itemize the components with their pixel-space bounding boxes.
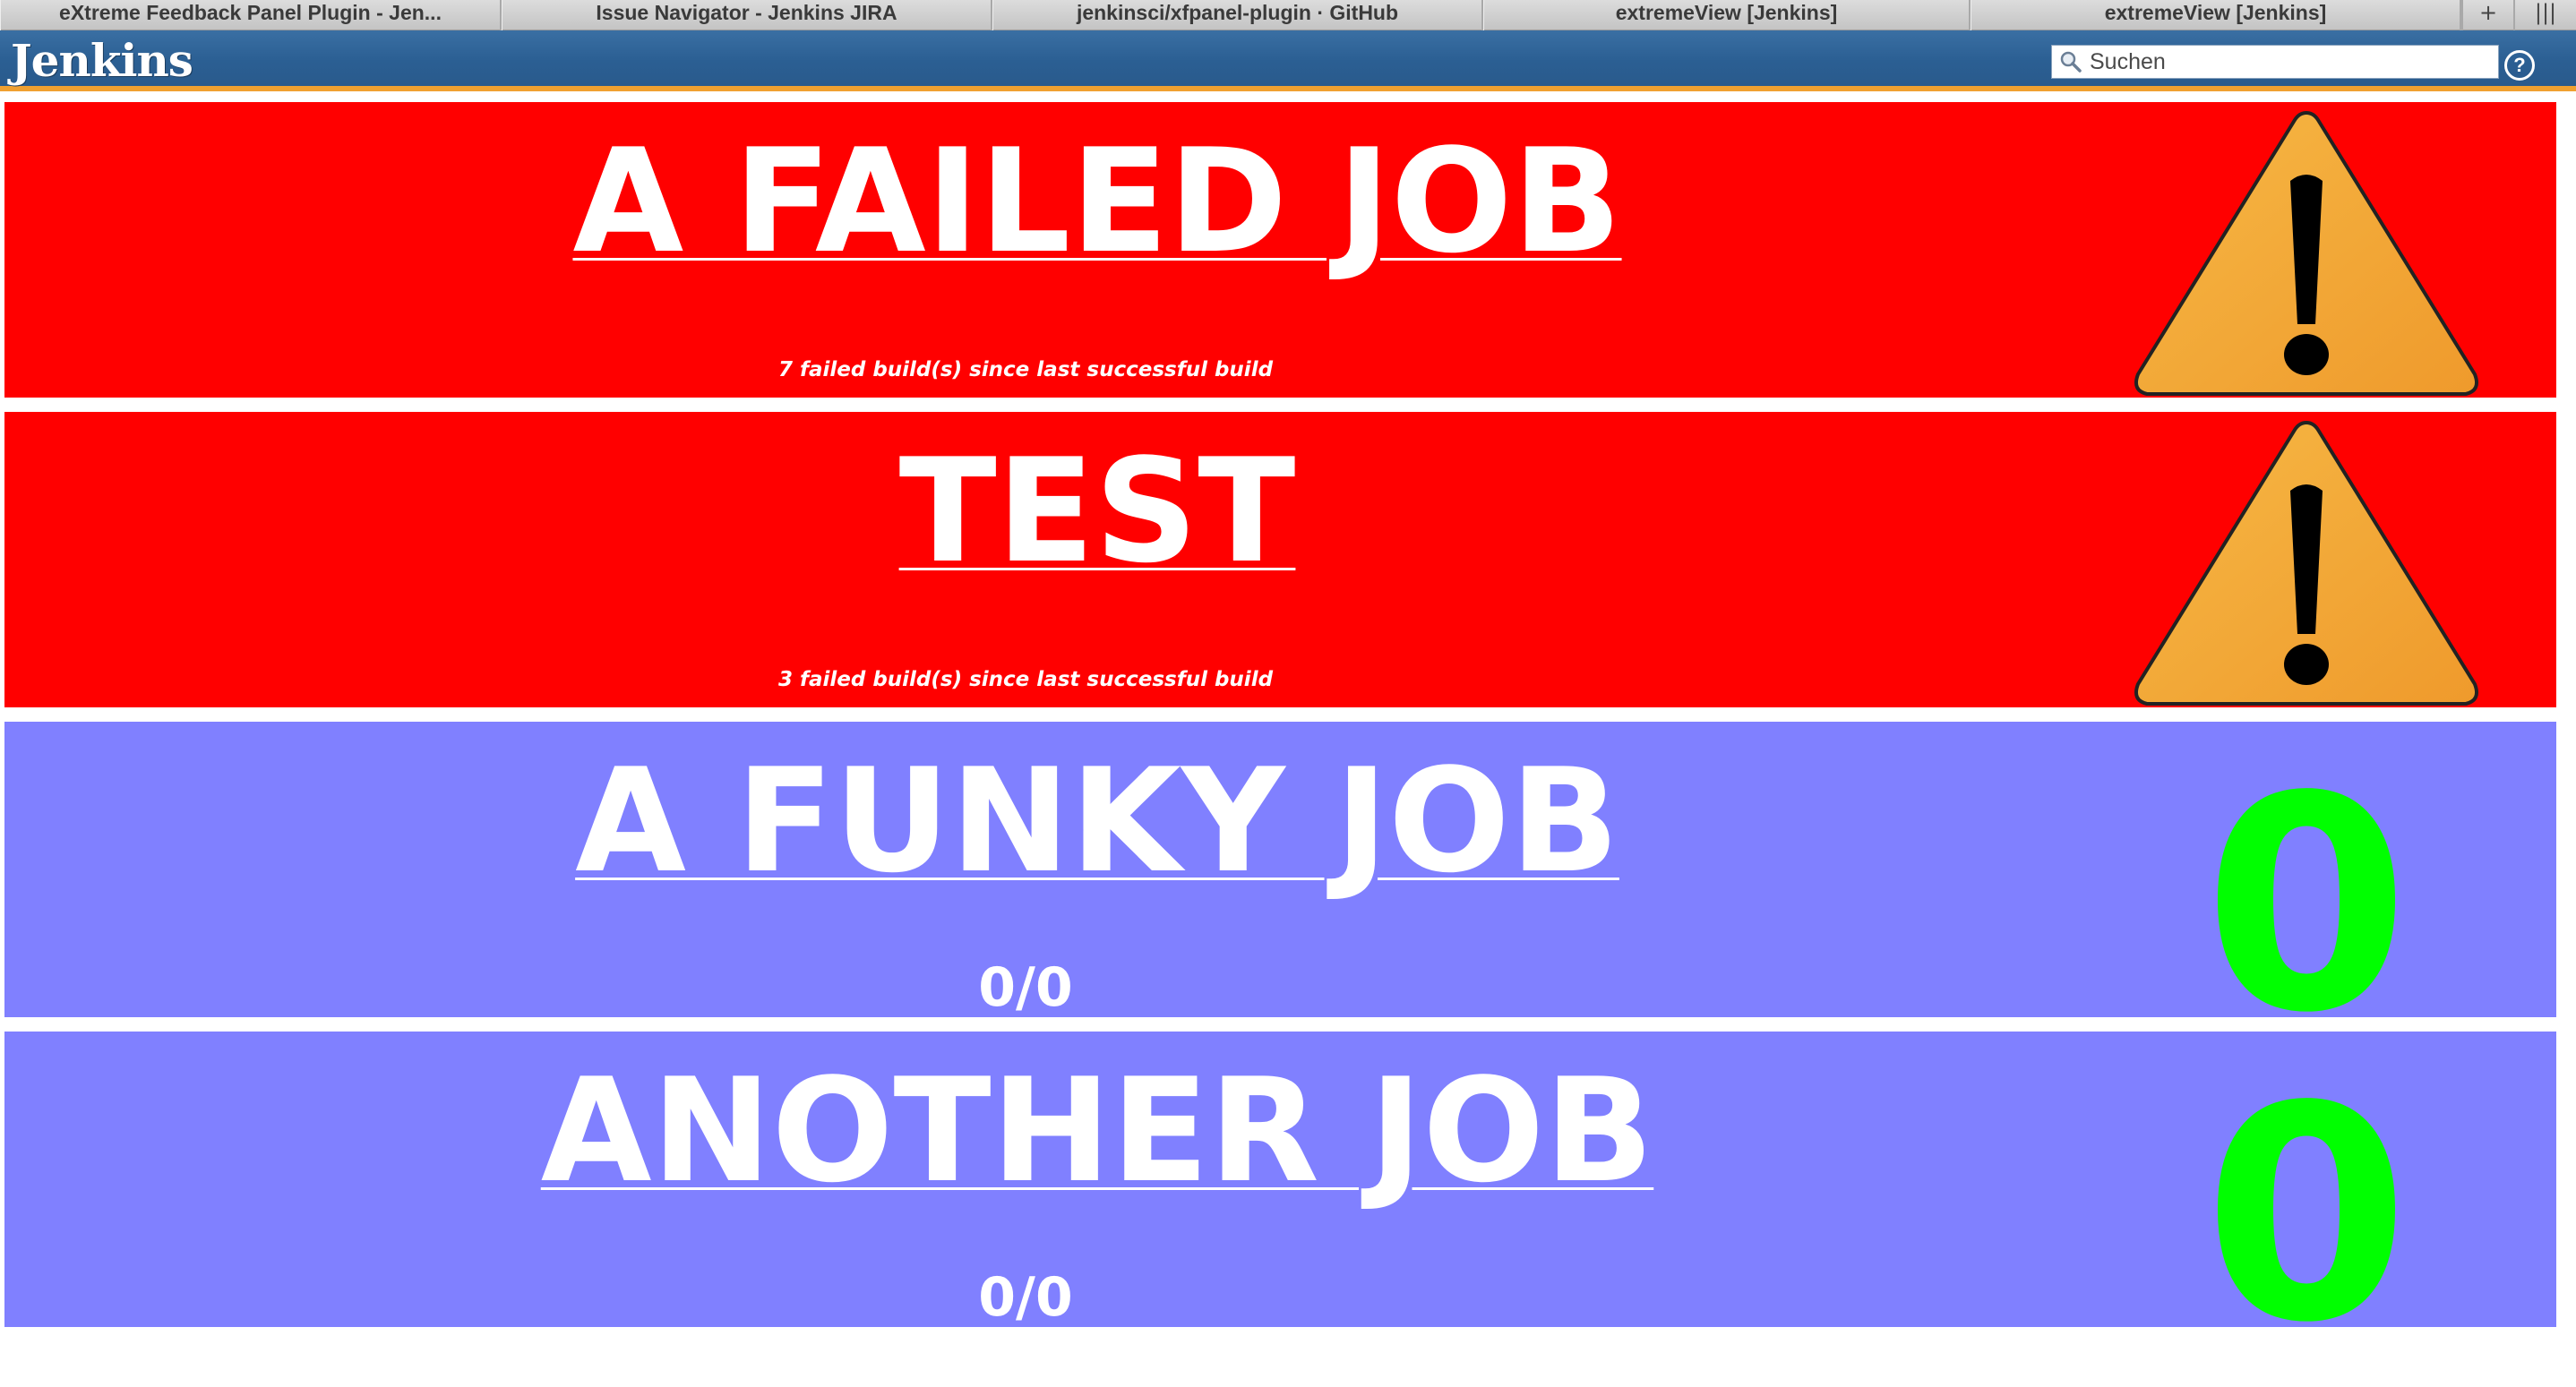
warning-icon [2134,110,2478,396]
job-test-ratio: 0/0 [978,1266,1073,1329]
search-icon [2060,51,2082,73]
job-test-ratio: 0/0 [978,956,1073,1019]
job-name[interactable]: TEST [4,435,2190,587]
job-failure-detail: 3 failed build(s) since last successful … [777,668,1274,691]
job-name[interactable]: ANOTHER JOB [4,1055,2190,1207]
new-tab-icon[interactable]: + [2461,0,2513,30]
job-panel-funky-job: A FUNKY JOB 0/0 0 [4,722,2556,1053]
job-panel-failed-job: A FAILED JOB 7 failed build(s) since las… [4,102,2556,398]
job-name[interactable]: A FUNKY JOB [4,745,2190,897]
job-failure-detail: 7 failed build(s) since last successful … [777,358,1274,381]
browser-tab-bar: eXtreme Feedback Panel Plugin - Jen... I… [0,0,2576,30]
browser-tab-extremeview-1[interactable]: extremeView [Jenkins] [1483,0,1971,30]
jenkins-logo[interactable]: Jenkins [11,34,193,87]
help-icon[interactable]: ? [2504,50,2535,81]
job-name[interactable]: A FAILED JOB [4,125,2190,278]
job-panel-another-job: ANOTHER JOB 0/0 0 [4,1032,2556,1363]
browser-tab-xfpanel-plugin[interactable]: eXtreme Feedback Panel Plugin - Jen... [0,0,502,30]
job-count: 0 [2203,1043,2409,1387]
warning-icon [2134,420,2478,706]
search-input[interactable] [2090,47,2484,76]
tab-overview-icon[interactable]: ||| [2513,0,2576,30]
job-panel-test: TEST 3 failed build(s) since last succes… [4,412,2556,707]
browser-tab-github[interactable]: jenkinsci/xfpanel-plugin · GitHub [992,0,1483,30]
browser-tab-jira[interactable]: Issue Navigator - Jenkins JIRA [502,0,992,30]
browser-tab-extremeview-2[interactable]: extremeView [Jenkins] [1971,0,2461,30]
jenkins-header: Jenkins ? [0,30,2576,91]
search-box[interactable] [2051,45,2499,79]
job-count: 0 [2203,733,2409,1077]
